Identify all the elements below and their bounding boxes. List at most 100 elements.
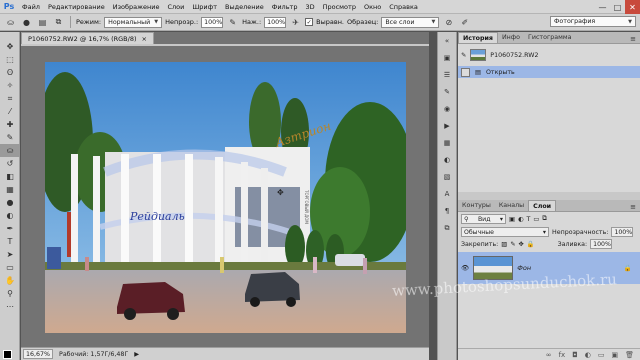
add-mask-icon[interactable]: ◘ <box>572 351 578 359</box>
brush-size-icon[interactable]: ● <box>20 16 33 29</box>
tab-paths[interactable]: Контуры <box>458 200 495 211</box>
lock-move-icon[interactable]: ✥ <box>519 241 524 248</box>
tab-info[interactable]: Инфо <box>498 32 524 43</box>
shape-tool-icon[interactable]: ▭ <box>0 261 20 274</box>
history-brush-source-icon[interactable]: ✎ <box>461 52 466 59</box>
tab-layers[interactable]: Слои <box>528 200 557 211</box>
layer-fill-input[interactable]: 100% <box>590 239 613 249</box>
properties-panel-icon[interactable]: ☰ <box>438 67 456 83</box>
color-panel-icon[interactable]: ◉ <box>438 101 456 117</box>
pressure-input[interactable]: 100% <box>264 16 287 28</box>
kind-filter-select[interactable]: ⚲ Вид ▾ <box>461 214 506 224</box>
hand-tool-icon[interactable]: ✋ <box>0 274 20 287</box>
layer-opacity-input[interactable]: 100% <box>611 227 634 237</box>
menu-help[interactable]: Справка <box>385 3 422 11</box>
adjustment-layer-icon[interactable]: ◐ <box>585 351 591 359</box>
menu-view[interactable]: Просмотр <box>319 3 360 11</box>
trash-icon[interactable]: 🗑 <box>625 351 634 359</box>
history-source-box[interactable] <box>461 67 470 77</box>
clone-source-panel-icon[interactable]: ⧉ <box>438 220 456 236</box>
sample-select[interactable]: Все слои ▼ <box>381 16 440 28</box>
doc-info[interactable]: Рабочий: 1,57Г/6,48Г <box>59 351 128 358</box>
filter-adjustment-icon[interactable]: ◐ <box>518 216 524 223</box>
maximize-button[interactable]: □ <box>610 0 625 14</box>
lock-pixels-icon[interactable]: ▨ <box>501 241 507 248</box>
image-canvas[interactable]: Азтрион ТОРГОВЫЙ ДОМ Рейдиаль ✥ <box>45 62 406 333</box>
history-panel-icon[interactable]: ▣ <box>438 50 456 66</box>
panel-menu-icon[interactable]: ≡ <box>630 203 640 211</box>
paragraph-panel-icon[interactable]: ¶ <box>438 203 456 219</box>
menu-type[interactable]: Шрифт <box>188 3 221 11</box>
blur-tool-icon[interactable]: ● <box>0 196 20 209</box>
filter-type-icon[interactable]: T <box>526 216 530 223</box>
marquee-tool-icon[interactable]: ⬚ <box>0 53 20 66</box>
lock-paint-icon[interactable]: ✎ <box>510 241 515 248</box>
eyedropper-tool-icon[interactable]: ⁄ <box>0 105 20 118</box>
crop-tool-icon[interactable]: ⌗ <box>0 92 20 105</box>
move-tool-icon[interactable]: ✥ <box>0 40 20 53</box>
adjustments-panel-icon[interactable]: ◐ <box>438 152 456 168</box>
foreground-color-swatch[interactable] <box>3 350 12 359</box>
tab-history[interactable]: История <box>458 32 498 43</box>
tab-channels[interactable]: Каналы <box>495 200 528 211</box>
mode-select[interactable]: Нормальный ▼ <box>104 16 163 28</box>
dodge-tool-icon[interactable]: ◐ <box>0 209 20 222</box>
styles-panel-icon[interactable]: ▧ <box>438 169 456 185</box>
tablet-pressure-icon[interactable]: ✐ <box>458 16 471 29</box>
panel-menu-icon[interactable]: ≡ <box>630 35 640 43</box>
airbrush-icon[interactable]: ✈ <box>289 16 302 29</box>
blend-mode-select[interactable]: Обычные ▾ <box>461 227 549 237</box>
opacity-input[interactable]: 100% <box>201 16 224 28</box>
quick-select-tool-icon[interactable]: ✧ <box>0 79 20 92</box>
group-icon[interactable]: ▭ <box>598 351 605 359</box>
document-tab[interactable]: P1060752.RW2 @ 16,7% (RGB/8) × <box>21 32 154 44</box>
new-layer-icon[interactable]: ▣ <box>611 351 618 359</box>
zoom-tool-icon[interactable]: ⚲ <box>0 287 20 300</box>
zoom-field[interactable]: 16,67% <box>23 349 54 359</box>
more-tools-icon[interactable]: ⋯ <box>0 300 20 313</box>
pen-tool-icon[interactable]: ✒ <box>0 222 20 235</box>
eye-icon[interactable]: 👁 <box>461 264 469 272</box>
character-panel-icon[interactable]: A <box>438 186 456 202</box>
gradient-tool-icon[interactable]: ▦ <box>0 183 20 196</box>
lasso-tool-icon[interactable]: ʘ <box>0 66 20 79</box>
clone-stamp-tool-preset-icon[interactable]: ⛀ <box>4 16 17 29</box>
status-menu-arrow-icon[interactable]: ▶ <box>134 351 139 358</box>
swatches-panel-icon[interactable]: ▦ <box>438 135 456 151</box>
filter-smart-icon[interactable]: ⧉ <box>542 215 547 223</box>
workspace-select[interactable]: Фотография ▼ <box>550 16 636 27</box>
menu-filter[interactable]: Фильтр <box>268 3 302 11</box>
menu-3d[interactable]: 3D <box>301 3 318 11</box>
clone-source-icon[interactable]: ⧉ <box>52 16 65 29</box>
eraser-tool-icon[interactable]: ◧ <box>0 170 20 183</box>
link-layers-icon[interactable]: ∞ <box>546 351 552 359</box>
filter-shape-icon[interactable]: ▭ <box>533 216 539 223</box>
history-brush-tool-icon[interactable]: ↺ <box>0 157 20 170</box>
close-button[interactable]: ✕ <box>625 0 640 14</box>
actions-panel-icon[interactable]: ▶ <box>438 118 456 134</box>
brush-tool-icon[interactable]: ✎ <box>0 131 20 144</box>
menu-select[interactable]: Выделение <box>221 3 268 11</box>
menu-image[interactable]: Изображение <box>109 3 164 11</box>
menu-layer[interactable]: Слои <box>163 3 188 11</box>
fx-icon[interactable]: fx <box>559 351 566 359</box>
type-tool-icon[interactable]: T <box>0 235 20 248</box>
history-step[interactable]: ▤ Открыть <box>458 66 640 78</box>
history-snapshot[interactable]: ✎ P1060752.RW2 <box>458 46 640 64</box>
aligned-checkbox[interactable]: ✓ <box>305 18 314 26</box>
path-select-tool-icon[interactable]: ➤ <box>0 248 20 261</box>
minimize-button[interactable]: — <box>595 0 610 14</box>
ignore-adjustment-icon[interactable]: ⊘ <box>442 16 455 29</box>
menu-window[interactable]: Окно <box>360 3 385 11</box>
tab-histogram[interactable]: Гистограмма <box>524 32 575 43</box>
document-tab-close-icon[interactable]: × <box>142 35 147 43</box>
menu-file[interactable]: Файл <box>18 3 44 11</box>
tablet-opacity-icon[interactable]: ✎ <box>226 16 239 29</box>
menu-edit[interactable]: Редактирование <box>44 3 109 11</box>
filter-pixel-icon[interactable]: ▣ <box>509 216 515 223</box>
brush-panel-icon[interactable]: ▤ <box>36 16 49 29</box>
healing-brush-tool-icon[interactable]: ✚ <box>0 118 20 131</box>
lock-all-icon[interactable]: 🔒 <box>527 240 535 248</box>
layer-name[interactable]: Фон <box>517 264 531 272</box>
brush-presets-icon[interactable]: ✎ <box>438 84 456 100</box>
